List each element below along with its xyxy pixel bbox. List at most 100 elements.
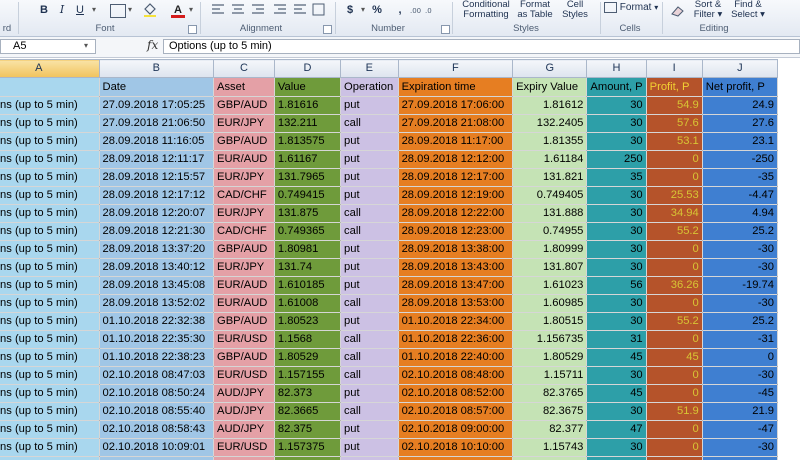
cell-e[interactable]: call [340, 366, 399, 385]
column-header-g[interactable]: G [512, 59, 588, 78]
cell-i[interactable]: 36.26 [645, 276, 703, 295]
cell-j[interactable]: -30 [701, 366, 779, 385]
name-box[interactable]: A5 [0, 39, 96, 54]
cell-b[interactable]: 28.09.2018 11:16:05 [98, 132, 214, 151]
cell-j[interactable]: -45 [701, 384, 779, 403]
cell-e[interactable]: put [340, 456, 399, 460]
cell-f[interactable]: 27.09.2018 17:06:00 [397, 96, 514, 115]
header-cell-a[interactable]: pe [0, 77, 100, 97]
header-cell-j[interactable]: Net profit, P [701, 77, 779, 97]
cell-j[interactable]: 25.2 [701, 312, 779, 331]
cell-i[interactable]: 0 [645, 456, 703, 460]
cell-a[interactable]: ptions (up to 5 min) [0, 276, 100, 295]
cell-h[interactable]: 30 [586, 222, 647, 241]
clear-icon[interactable] [670, 4, 686, 21]
cell-i[interactable]: 0 [645, 294, 703, 313]
cell-h[interactable]: 30 [586, 456, 647, 460]
column-header-f[interactable]: F [397, 59, 514, 78]
alignment-dialog-launcher[interactable] [323, 25, 332, 34]
cell-f[interactable]: 28.09.2018 12:19:00 [397, 186, 514, 205]
cell-c[interactable]: CAD/CHF [213, 186, 275, 205]
cell-c[interactable]: AUD/JPY [213, 420, 275, 439]
cell-a[interactable]: ptions (up to 5 min) [0, 330, 100, 349]
cell-b[interactable]: 28.09.2018 12:20:07 [98, 204, 214, 223]
cell-h[interactable]: 30 [586, 204, 647, 223]
cell-d[interactable]: 1.80981 [273, 240, 342, 259]
cell-j[interactable]: 21.9 [701, 402, 779, 421]
cell-h[interactable]: 31 [586, 330, 647, 349]
cell-h[interactable]: 30 [586, 114, 647, 133]
cell-e[interactable]: call [340, 348, 399, 367]
cell-j[interactable]: -30 [701, 456, 779, 460]
cell-f[interactable]: 01.10.2018 22:34:00 [397, 312, 514, 331]
cell-f[interactable]: 02.10.2018 08:52:00 [397, 384, 514, 403]
column-header-h[interactable]: H [586, 59, 647, 78]
cell-b[interactable]: 28.09.2018 13:45:08 [98, 276, 214, 295]
cell-g[interactable]: 1.81355 [512, 132, 588, 151]
cell-a[interactable]: ptions (up to 5 min) [0, 402, 100, 421]
cell-e[interactable]: call [340, 294, 399, 313]
cell-g[interactable]: 1.80515 [512, 312, 588, 331]
underline-button[interactable]: U [73, 1, 87, 19]
cell-b[interactable]: 27.09.2018 17:05:25 [98, 96, 214, 115]
cell-h[interactable]: 30 [586, 312, 647, 331]
cell-d[interactable]: 1.157155 [273, 366, 342, 385]
cell-i[interactable]: 0 [645, 438, 703, 457]
cell-h[interactable]: 30 [586, 366, 647, 385]
cell-e[interactable]: call [340, 402, 399, 421]
cell-a[interactable]: ptions (up to 5 min) [0, 132, 100, 151]
cell-i[interactable]: 0 [645, 366, 703, 385]
formula-input[interactable]: Options (up to 5 min) [163, 39, 800, 54]
cell-c[interactable]: EUR/AUD [213, 294, 275, 313]
cell-b[interactable]: 02.10.2018 08:50:24 [98, 384, 214, 403]
cell-i[interactable]: 51.9 [645, 402, 703, 421]
cell-d[interactable]: 132.211 [273, 114, 342, 133]
cell-j[interactable]: -31 [701, 330, 779, 349]
cell-a[interactable]: ptions (up to 5 min) [0, 366, 100, 385]
column-header-c[interactable]: C [213, 59, 275, 78]
fill-color-icon[interactable] [142, 1, 158, 19]
cell-e[interactable]: put [340, 420, 399, 439]
cell-j[interactable]: 25.2 [701, 222, 779, 241]
cell-f[interactable]: 28.09.2018 13:43:00 [397, 258, 514, 277]
cell-b[interactable]: 02.10.2018 10:09:01 [98, 438, 214, 457]
cell-j[interactable]: 24.9 [701, 96, 779, 115]
cell-c[interactable]: GBP/AUD [213, 312, 275, 331]
cell-e[interactable]: put [340, 276, 399, 295]
cell-e[interactable]: put [340, 384, 399, 403]
cell-g[interactable]: 82.3675 [512, 402, 588, 421]
cell-e[interactable]: call [340, 204, 399, 223]
underline-dropdown-icon[interactable]: ▾ [89, 1, 99, 19]
cell-e[interactable]: put [340, 258, 399, 277]
header-cell-g[interactable]: Expiry Value [512, 77, 588, 97]
cell-h[interactable]: 30 [586, 240, 647, 259]
cell-i[interactable]: 0 [645, 168, 703, 187]
cell-d[interactable]: 1.1568 [273, 330, 342, 349]
cell-i[interactable]: 54.9 [645, 96, 703, 115]
cell-b[interactable]: 28.09.2018 12:11:17 [98, 150, 214, 169]
cell-a[interactable]: ptions (up to 5 min) [0, 438, 100, 457]
cell-g[interactable]: 1.80999 [512, 240, 588, 259]
cell-i[interactable]: 0 [645, 150, 703, 169]
cell-e[interactable]: put [340, 438, 399, 457]
cell-b[interactable]: 28.09.2018 13:52:02 [98, 294, 214, 313]
cell-d[interactable]: 1.80529 [273, 348, 342, 367]
cell-h[interactable]: 30 [586, 294, 647, 313]
cell-c[interactable]: AUD/USD [213, 456, 275, 460]
cell-c[interactable]: EUR/USD [213, 438, 275, 457]
insert-function-icon[interactable]: fx [147, 38, 158, 52]
cell-i[interactable]: 34.94 [645, 204, 703, 223]
font-color-dropdown-icon[interactable]: ▾ [186, 1, 196, 19]
cell-i[interactable]: 45 [645, 348, 703, 367]
cell-c[interactable]: EUR/JPY [213, 168, 275, 187]
font-dialog-launcher[interactable] [188, 25, 197, 34]
column-header-e[interactable]: E [340, 59, 399, 78]
cell-c[interactable]: AUD/JPY [213, 384, 275, 403]
cell-e[interactable]: put [340, 132, 399, 151]
cell-i[interactable]: 53.1 [645, 132, 703, 151]
cell-j[interactable]: -47 [701, 420, 779, 439]
cell-g[interactable]: 1.60985 [512, 294, 588, 313]
column-header-i[interactable]: I [645, 59, 703, 78]
cell-a[interactable]: ptions (up to 5 min) [0, 420, 100, 439]
cell-a[interactable]: ptions (up to 5 min) [0, 294, 100, 313]
